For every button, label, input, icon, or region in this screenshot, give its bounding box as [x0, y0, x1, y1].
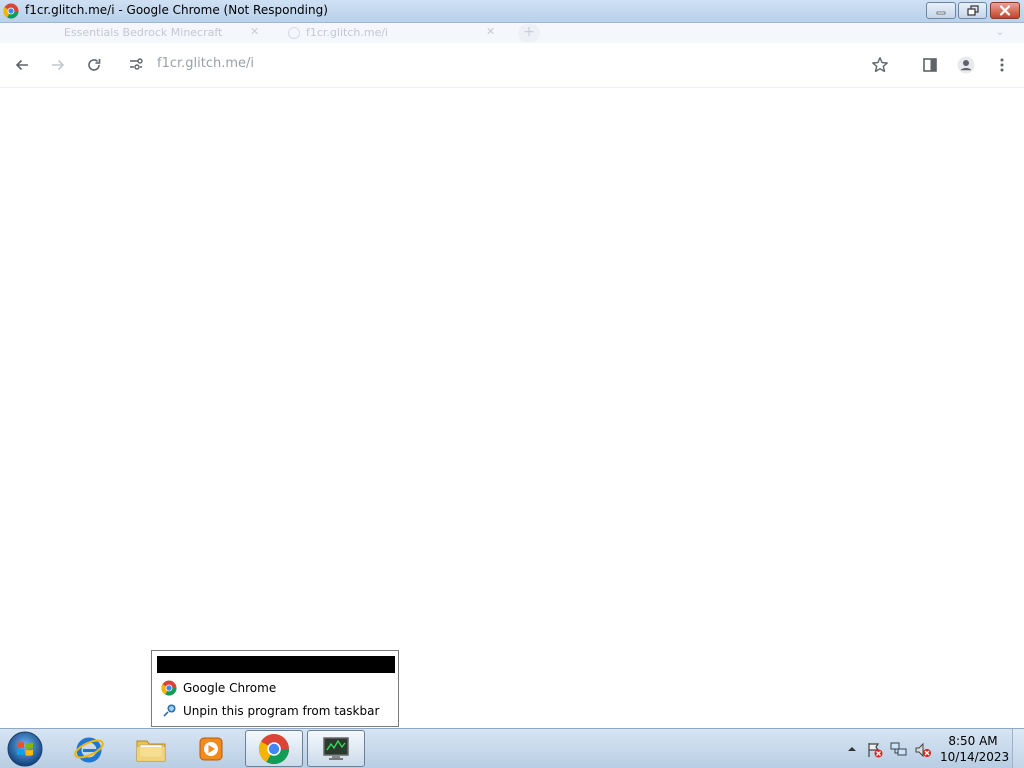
plus-icon: + [523, 24, 535, 40]
minimize-button[interactable] [926, 2, 956, 19]
start-button[interactable] [6, 730, 44, 768]
reload-icon [88, 59, 101, 71]
profile-icon [957, 56, 975, 74]
tab-close-icon[interactable]: ✕ [486, 25, 495, 38]
tab-label: Essentials Bedrock Minecraft [64, 26, 223, 39]
profile-button[interactable] [954, 53, 978, 77]
chevron-down-icon: ⌄ [995, 25, 1005, 38]
new-tab-button[interactable]: + [518, 24, 540, 42]
url-text[interactable]: f1cr.glitch.me/i [157, 56, 254, 71]
jump-list: Google Chrome Unpin this program from ta… [151, 650, 399, 727]
redacted-bar [157, 656, 395, 673]
chrome-icon [259, 733, 289, 764]
tab-close-icon[interactable]: ✕ [250, 25, 259, 38]
side-panel-button[interactable] [918, 53, 942, 77]
kebab-menu-icon [1000, 58, 1004, 72]
taskbar-task-manager[interactable] [307, 730, 365, 767]
window-title: f1cr.glitch.me/i - Google Chrome (Not Re… [25, 3, 328, 17]
monitor-icon [323, 736, 349, 760]
unpin-icon [161, 703, 177, 719]
arrow-right-icon [52, 59, 65, 71]
clock-time: 8:50 AM [948, 734, 998, 748]
jumplist-item-unpin[interactable]: Unpin this program from taskbar [157, 701, 395, 721]
screen: f1cr.glitch.me/i - Google Chrome (Not Re… [0, 0, 1024, 768]
side-panel-icon [923, 58, 937, 72]
taskbar: 8:50 AM 10/14/2023 [0, 728, 1024, 768]
action-center-alert-icon[interactable] [866, 741, 883, 758]
restore-button[interactable] [958, 2, 987, 19]
tab-essentials[interactable]: Essentials Bedrock Minecraft ✕ [40, 23, 270, 43]
arrow-left-icon [15, 59, 28, 71]
star-icon [872, 57, 888, 73]
site-settings-icon[interactable] [128, 56, 144, 72]
page-content [0, 88, 1024, 728]
minimize-icon [936, 11, 946, 14]
forward-button[interactable] [46, 53, 70, 77]
tab-search-button[interactable]: ⌄ [990, 25, 1010, 41]
jumplist-item-label: Unpin this program from taskbar [183, 704, 380, 718]
close-icon [999, 5, 1011, 16]
browser-toolbar: f1cr.glitch.me/i [0, 43, 1024, 88]
chrome-icon [3, 3, 19, 19]
restore-icon [966, 5, 979, 16]
chrome-icon [161, 680, 177, 696]
tab-label: f1cr.glitch.me/i [306, 26, 389, 39]
close-button[interactable] [990, 2, 1020, 19]
show-desktop-button[interactable] [1012, 729, 1024, 768]
taskbar-clock[interactable]: 8:50 AM 10/14/2023 [940, 733, 1010, 765]
back-button[interactable] [10, 53, 34, 77]
jumplist-item-label: Google Chrome [183, 681, 277, 695]
windows-start-icon [7, 731, 43, 767]
taskbar-windows-explorer[interactable] [122, 730, 180, 767]
taskbar-internet-explorer[interactable] [60, 730, 118, 767]
folder-icon [136, 740, 166, 761]
globe-icon [288, 27, 300, 39]
bookmark-button[interactable] [868, 53, 892, 77]
address-bar[interactable]: f1cr.glitch.me/i [120, 49, 900, 79]
tab-strip: Essentials Bedrock Minecraft ✕ f1cr.glit… [0, 23, 1024, 43]
reload-button[interactable] [82, 53, 106, 77]
network-icon[interactable] [890, 741, 907, 757]
clock-date: 10/14/2023 [940, 750, 1010, 764]
media-player-icon [199, 737, 223, 760]
taskbar-google-chrome[interactable] [245, 730, 303, 767]
taskbar-media-player[interactable] [182, 730, 240, 767]
window-titlebar[interactable]: f1cr.glitch.me/i - Google Chrome (Not Re… [0, 0, 1024, 23]
tab-f1cr[interactable]: f1cr.glitch.me/i ✕ [282, 23, 504, 43]
chrome-menu-button[interactable] [990, 53, 1014, 77]
jumplist-item-google-chrome[interactable]: Google Chrome [157, 678, 395, 698]
show-hidden-icons-button[interactable] [844, 741, 860, 757]
ie-icon [74, 737, 104, 762]
volume-muted-icon[interactable] [914, 741, 931, 758]
